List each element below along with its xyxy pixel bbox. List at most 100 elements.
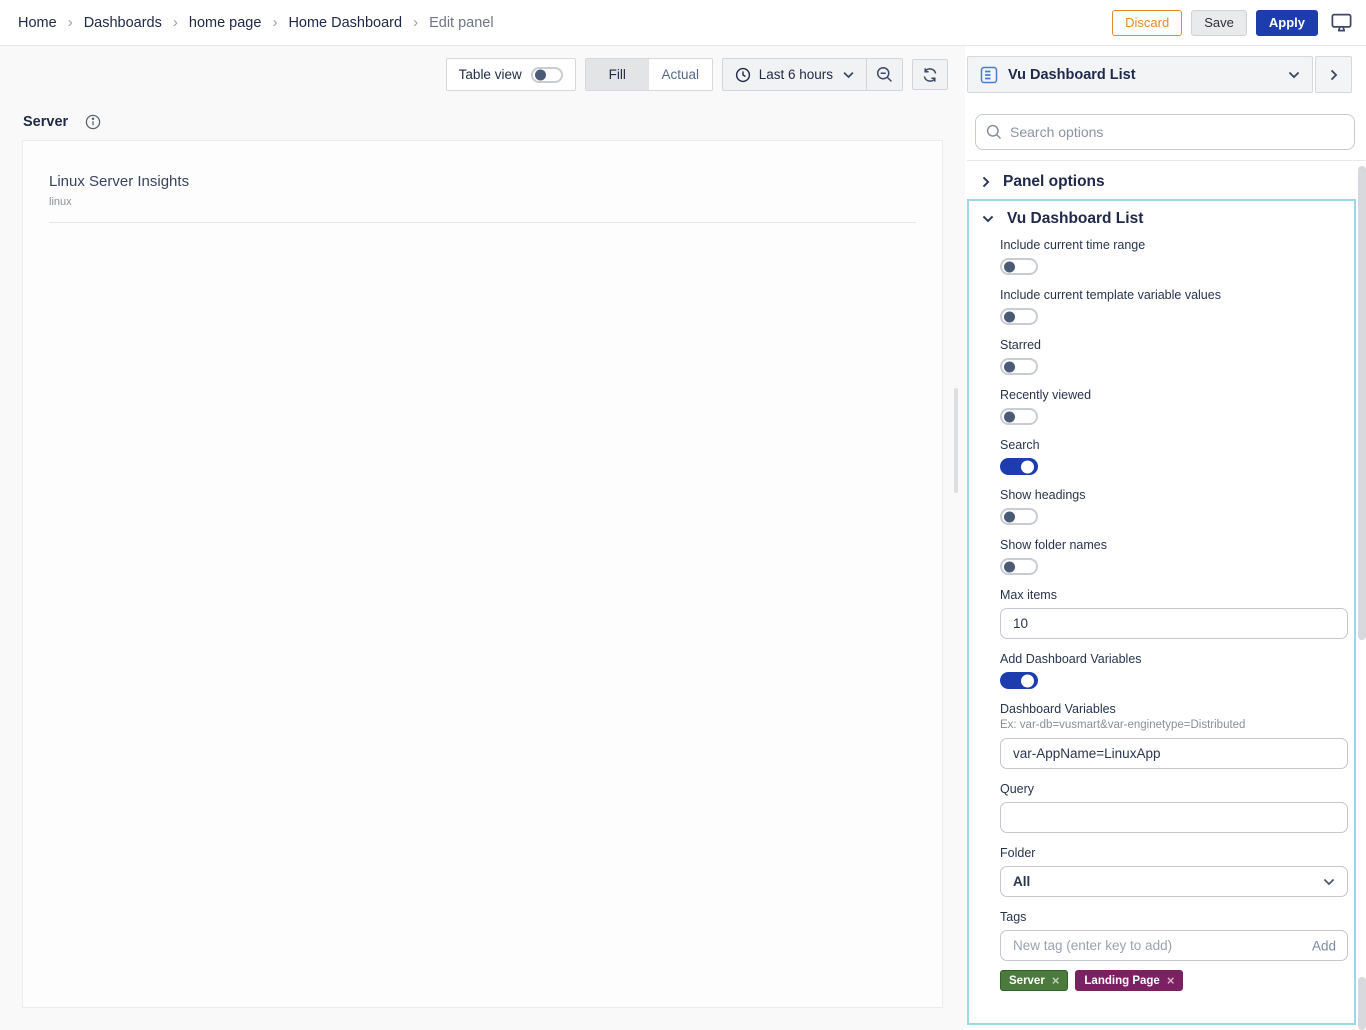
section-options-body: Include current time range Include curre… [969,228,1354,991]
close-icon[interactable]: × [1167,974,1175,987]
tags-input-wrap: Add [1000,930,1348,961]
query-input[interactable] [1000,802,1348,833]
tag-list: Server × Landing Page × [1000,970,1348,991]
dashboard-list-panel: Linux Server Insights linux [22,140,943,1008]
pane-resize-handle[interactable] [954,388,958,493]
tab-actual[interactable]: Actual [649,59,712,90]
time-range-label: Last 6 hours [759,67,833,82]
dashboard-link[interactable]: Linux Server Insights [49,173,916,190]
scrollbar-thumb[interactable] [1358,166,1366,640]
option-label: Dashboard Variables [1000,702,1348,716]
visualization-name: Vu Dashboard List [1008,67,1136,83]
breadcrumb-home-page[interactable]: home page [189,15,262,31]
options-sidebar: Vu Dashboard List [967,46,1366,1030]
monitor-icon[interactable] [1331,12,1352,33]
info-icon[interactable] [85,114,101,130]
breadcrumb-home-dashboard[interactable]: Home Dashboard [288,15,402,31]
recently-viewed-toggle[interactable] [1000,408,1038,425]
option-hint: Ex: var-db=vusmart&var-enginetype=Distri… [1000,719,1348,731]
breadcrumb-separator: › [413,14,418,31]
search-input[interactable] [1010,124,1344,140]
top-bar: Home › Dashboards › home page › Home Das… [0,0,1366,46]
starred-toggle[interactable] [1000,358,1038,375]
dashboard-folder-label: linux [49,196,916,208]
breadcrumb: Home › Dashboards › home page › Home Das… [18,14,494,31]
section-vu-dashboard-list: Vu Dashboard List Include current time r… [967,199,1356,1025]
option-query: Query [1000,782,1348,833]
zoom-out-button[interactable] [866,59,902,90]
option-search: Search [1000,438,1348,475]
refresh-button[interactable] [912,59,948,90]
sidebar-scrollbar[interactable] [1357,46,1366,1030]
option-show-folder-names: Show folder names [1000,538,1348,575]
breadcrumb-separator: › [68,14,73,31]
table-view-toggle[interactable]: Table view [446,58,576,91]
section-vu-dashboard-list-header[interactable]: Vu Dashboard List [969,201,1354,228]
chevron-down-icon [1323,878,1335,886]
discard-button[interactable]: Discard [1112,10,1182,36]
section-panel-options[interactable]: Panel options [967,164,1366,199]
option-recently-viewed: Recently viewed [1000,388,1348,425]
option-label: Include current time range [1000,238,1348,252]
option-include-template-variable-values: Include current template variable values [1000,288,1348,325]
option-label: Tags [1000,910,1348,924]
search-icon [986,124,1002,140]
clock-icon [735,67,751,83]
option-label: Folder [1000,846,1348,860]
folder-selected-value: All [1013,874,1030,889]
option-show-headings: Show headings [1000,488,1348,525]
include-current-time-range-toggle[interactable] [1000,258,1038,275]
time-range-picker[interactable]: Last 6 hours [723,59,866,90]
add-tag-button[interactable]: Add [1312,938,1336,953]
option-dashboard-variables: Dashboard Variables Ex: var-db=vusmart&v… [1000,702,1348,769]
chevron-right-icon [982,176,990,188]
max-items-input[interactable] [1000,608,1348,639]
show-headings-toggle[interactable] [1000,508,1038,525]
dashboard-list-icon [980,66,998,84]
tab-fill[interactable]: Fill [586,59,649,90]
collapse-sidebar-button[interactable] [1315,56,1352,93]
chevron-down-icon [843,71,854,79]
scrollbar-thumb[interactable] [1358,977,1366,1030]
edit-panel-page: Home › Dashboards › home page › Home Das… [0,0,1366,1030]
tag-server[interactable]: Server × [1000,970,1068,991]
add-dashboard-variables-toggle[interactable] [1000,672,1038,689]
table-view-switch[interactable] [531,67,563,83]
option-tags: Tags Add Server × Landing Page × [1000,910,1348,991]
apply-button[interactable]: Apply [1256,10,1318,36]
option-folder: Folder All [1000,846,1348,897]
editor-toolbar: Table view Fill Actual Last 6 hours [0,58,948,91]
folder-select[interactable]: All [1000,866,1348,897]
list-divider [49,222,916,223]
time-controls: Last 6 hours [722,58,903,91]
save-button[interactable]: Save [1191,10,1247,36]
section-label: Vu Dashboard List [1007,210,1143,228]
option-label: Search [1000,438,1348,452]
panel-title: Server [23,114,68,130]
option-label: Show headings [1000,488,1348,502]
breadcrumb-dashboards[interactable]: Dashboards [84,15,162,31]
option-label: Recently viewed [1000,388,1348,402]
option-label: Show folder names [1000,538,1348,552]
visualization-row: Vu Dashboard List [967,56,1352,93]
option-max-items: Max items [1000,588,1348,639]
option-label: Max items [1000,588,1348,602]
dashboard-list-item[interactable]: Linux Server Insights linux [23,141,942,208]
options-search[interactable] [975,114,1355,150]
option-add-dashboard-variables: Add Dashboard Variables [1000,652,1348,689]
search-toggle[interactable] [1000,458,1038,475]
close-icon[interactable]: × [1052,974,1060,987]
include-template-variable-values-toggle[interactable] [1000,308,1038,325]
refresh-icon [922,67,938,83]
show-folder-names-toggle[interactable] [1000,558,1038,575]
dashboard-variables-input[interactable] [1000,738,1348,769]
new-tag-input[interactable] [1000,930,1348,961]
tag-landing-page[interactable]: Landing Page × [1075,970,1183,991]
breadcrumb-home[interactable]: Home [18,15,57,31]
visualization-picker[interactable]: Vu Dashboard List [967,56,1313,93]
chevron-right-icon [1330,69,1338,81]
table-view-label: Table view [459,67,522,82]
option-label: Add Dashboard Variables [1000,652,1348,666]
option-include-current-time-range: Include current time range [1000,238,1348,275]
tag-label: Server [1009,975,1045,987]
